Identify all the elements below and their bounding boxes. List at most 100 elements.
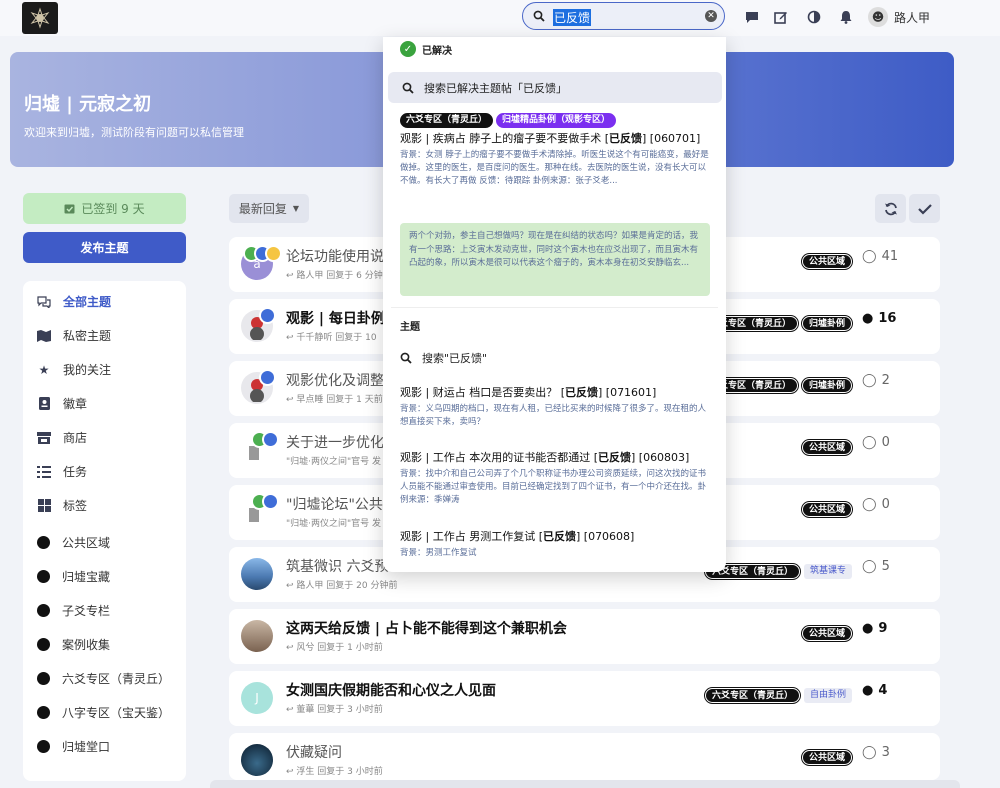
solved-section-header: ✓ 已解决 [400,41,452,57]
reply-count-value: 0 [881,497,890,512]
site-logo[interactable] [22,2,58,34]
tag-badge[interactable]: 六爻专区（青灵丘） [400,113,494,128]
sidebar-item-store[interactable]: 商店 [37,429,87,446]
sidebar-item-private-topics[interactable]: 私密主题 [37,327,111,344]
sidebar-item-following[interactable]: ★ 我的关注 [37,361,111,378]
tag-badge[interactable]: 公共区域 [801,254,852,269]
search-result-title[interactable]: 观影 | 工作占 本次用的证书能否都通过 [已反馈] [060803] [400,449,689,465]
result-title-text: ] [060803] [630,451,690,464]
user-menu[interactable]: ☻ 路人甲 [868,7,930,27]
tag-badge[interactable]: 公共区域 [801,440,852,455]
reply-count-value: 5 [881,559,890,574]
discussion-row[interactable]: 伏藏疑问 ↩ 浮生 回复于 3 小时前 公共区域 ◯ 3 [229,733,940,780]
sidebar-item-hall[interactable]: 归墟堂口 [37,738,110,755]
sort-dropdown[interactable]: 最新回复 ▼ [229,194,309,223]
search-box[interactable]: 已反馈 ✕ [522,2,725,30]
search-solved-option[interactable]: 搜索已解决主题帖「已反馈」 [388,72,722,103]
discussion-title[interactable]: 观影 | 每日卦例 [286,308,385,328]
compose-icon[interactable] [773,9,789,25]
search-result-title[interactable]: 观影 | 工作占 男测工作复试 [已反馈] [070608] [400,528,634,544]
discussion-row[interactable]: 这两天给反馈 | 占卜能不能得到这个兼职机会 ↩ 风兮 回复于 1 小时前 公共… [229,609,940,664]
tag-badge[interactable]: 六爻专区（青灵丘） [704,688,800,703]
discussion-title[interactable]: 关于进一步优化 [286,432,384,452]
sidebar-item-treasure[interactable]: 归墟宝藏 [37,568,110,585]
result-title-highlight: 已反馈 [564,386,598,399]
result-title-highlight: 已反馈 [542,530,576,543]
calendar-check-icon [64,204,75,214]
clear-search-icon[interactable]: ✕ [705,10,717,22]
reply-count-value: 4 [878,683,888,698]
discussion-meta-text: 董蓽 回复于 3 小时前 [296,705,383,715]
search-solved-label: 搜索已解决主题帖「已反馈」 [424,81,567,95]
discussion-title[interactable]: 论坛功能使用说 [286,246,384,266]
discussion-title[interactable]: 伏藏疑问 [286,742,342,762]
discussion-row[interactable]: J 女测国庆假期能否和心仪之人见面 ↩ 董蓽 回复于 3 小时前 六爻专区（青灵… [229,671,940,726]
comment-icon: ◯ [862,559,877,574]
theme-toggle-icon[interactable] [806,9,822,25]
discussion-meta-text: "归墟·两仪之间"官号 发 [286,457,382,467]
tag-badge[interactable]: 归墟卦例 [801,378,852,393]
tags-icon [37,499,51,513]
store-icon [37,431,51,445]
result-title-text: ] [060701] [641,132,701,145]
sidebar-item-tasks[interactable]: 任务 [37,463,87,480]
sidebar-item-public-area[interactable]: 公共区域 [37,534,110,551]
tag-dot-icon [37,672,50,685]
tag-badge[interactable]: 归墟卦例 [801,316,852,331]
discussion-title[interactable]: "归墟论坛"公共区 [286,494,397,514]
reply-count: ◯ 2 [862,373,890,388]
tag-dot-icon [37,604,50,617]
discussion-title[interactable]: 女测国庆假期能否和心仪之人见面 [286,680,496,700]
tag-badge[interactable]: 自由卦例 [803,688,852,703]
search-result-reply-excerpt[interactable]: 两个个对勃，参主自己想做吗？现在是在纠结的状态吗？如果是肯定的话，我有一个思路：… [400,223,710,296]
tag-group: 六爻专区（青灵丘） 筑基课专 [704,564,852,579]
messages-icon[interactable] [744,9,760,25]
mark-all-read-button[interactable] [909,194,940,223]
tag-badge[interactable]: 筑基课专 [803,564,852,579]
badge-group [251,493,279,510]
sidebar-item-all-topics[interactable]: 全部主题 [37,293,111,310]
publish-topic-button[interactable]: 发布主题 [23,232,186,263]
badge-group [243,245,282,262]
discussion-meta: ↩ 早点睡 回复于 1 天前 [286,395,383,405]
sidebar-item-label: 归墟宝藏 [62,570,111,584]
avatar [241,620,273,652]
search-topics-option[interactable]: 搜索"已反馈" [400,350,487,366]
checkin-button[interactable]: 已签到 9 天 [23,193,186,224]
sidebar-item-bazi[interactable]: 八字专区（宝天鉴） [37,704,170,721]
search-result-title[interactable]: 观影 | 疾病占 脖子上的瘤子要不要做手术 [已反馈] [060701] [400,130,700,146]
result-title-text: ] [070608] [575,530,635,543]
tag-group: 公共区域 [801,626,852,641]
tag-badge[interactable]: 公共区域 [801,626,852,641]
comment-icon: ◯ [862,249,877,264]
discussion-meta-text: 千千静听 回复于 10 [296,333,377,343]
reply-count: ◯ 5 [862,559,890,574]
sidebar-item-column[interactable]: 子爻专栏 [37,602,110,619]
tag-group: 公共区域 [801,502,852,517]
search-icon [533,10,545,22]
discussion-meta: "归墟·两仪之间"官号 发 [286,516,381,529]
sidebar-nav: 全部主题 私密主题 ★ 我的关注 徽章 商店 任务 标签 公共区域 归墟宝藏 子… [23,281,186,781]
search-result-title[interactable]: 观影 | 财运占 档口是否要卖出？ [已反馈] [071601] [400,384,656,400]
discussion-meta: ↩ 董蓽 回复于 3 小时前 [286,705,383,715]
tag-badge[interactable]: 公共区域 [801,750,852,765]
search-input[interactable]: 已反馈 [553,9,592,26]
bell-icon[interactable] [838,9,854,25]
sidebar-item-badges[interactable]: 徽章 [37,395,87,412]
search-icon [400,352,412,364]
composer-bar[interactable] [210,780,960,788]
sidebar-item-tags[interactable]: 标签 [37,497,87,514]
check-circle-icon: ✓ [400,41,416,57]
tag-badge[interactable]: 公共区域 [801,502,852,517]
tag-badge[interactable]: 归墟精品卦例（观影专区） [496,113,617,128]
reply-count-value: 16 [878,311,897,326]
discussion-title[interactable]: 筑基微识 六爻预 [286,556,388,576]
discussion-title[interactable]: 观影优化及调整 [286,370,384,390]
discussion-title[interactable]: 这两天给反馈 | 占卜能不能得到这个兼职机会 [286,618,567,638]
sidebar-item-liuyao[interactable]: 六爻专区（青灵丘） [37,670,170,687]
discussion-meta-text: 早点睡 回复于 1 天前 [296,395,383,405]
sidebar-item-cases[interactable]: 案例收集 [37,636,110,653]
refresh-button[interactable] [875,194,906,223]
comment-icon: ● [862,683,874,698]
tag-dot-icon [37,536,50,549]
